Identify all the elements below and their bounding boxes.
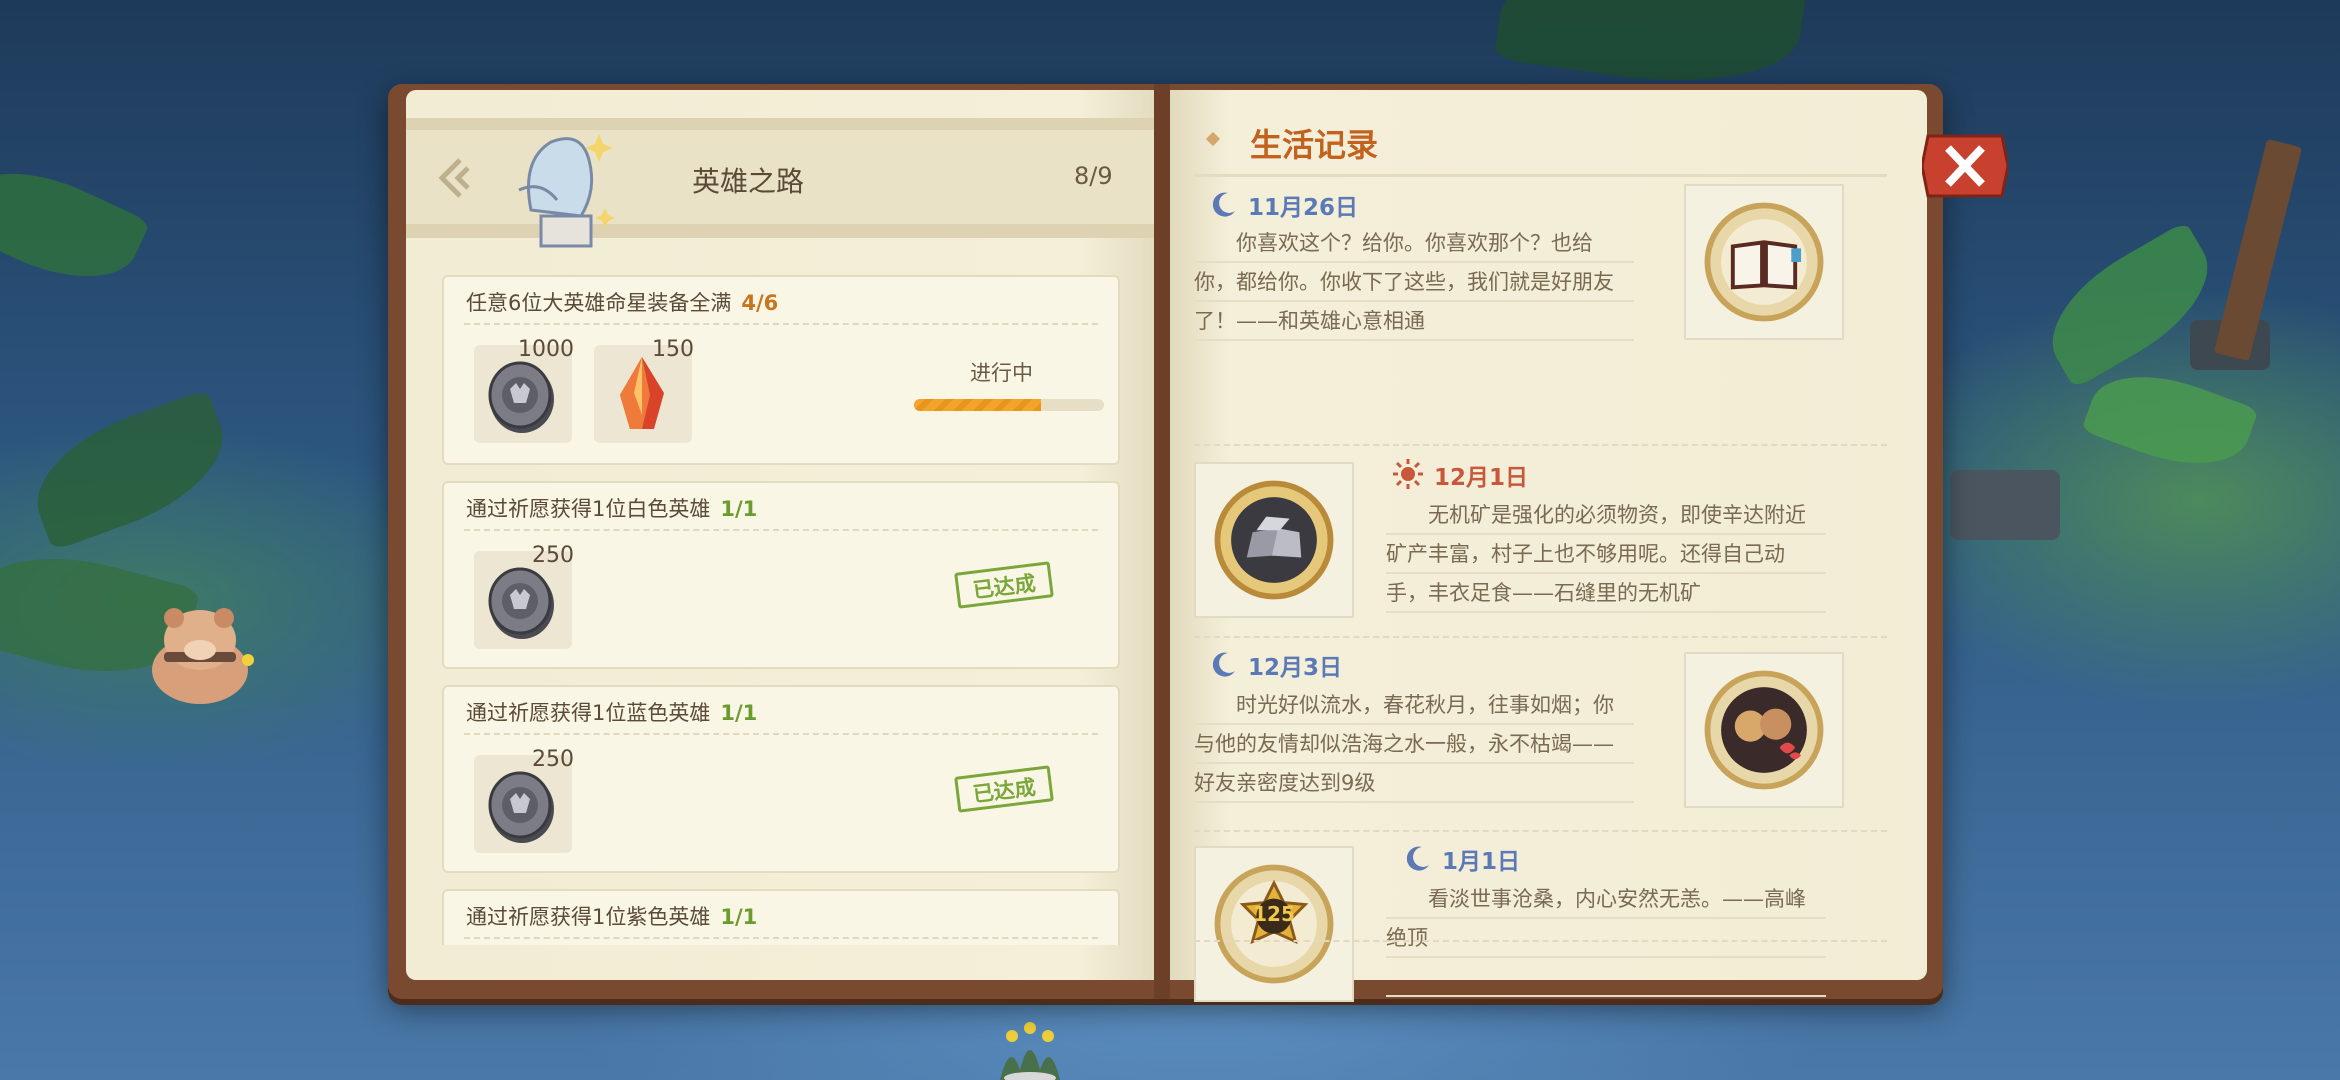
reward-slot[interactable]: 250 (474, 747, 574, 853)
reward-slot[interactable]: 150 (594, 337, 694, 443)
task-progress-bar (914, 399, 1104, 411)
ore-medal-icon (1214, 480, 1334, 600)
record-entry: 125 1月1日 看淡世事沧桑，内心安然无恙。——高峰绝顶 (1194, 836, 1884, 1006)
divider (1194, 444, 1887, 446)
task-status-in-progress: 进行中 (970, 361, 1033, 385)
divider (464, 937, 1098, 939)
foliage (0, 146, 151, 304)
task-progress-fill (914, 399, 1041, 411)
rock (1950, 470, 2060, 540)
record-entry: 12月1日 无机矿是强化的必须物资，即使辛达附近矿产丰富，村子上也不够用呢。还得… (1194, 452, 1884, 642)
entry-text: 无机矿是强化的必须物资，即使辛达附近矿产丰富，村子上也不够用呢。还得自己动手，丰… (1386, 496, 1826, 613)
entry-text: 看淡世事沧桑，内心安然无恙。——高峰绝顶 (1386, 880, 1826, 997)
task-title-text: 通过祈愿获得1位白色英雄 (466, 497, 711, 521)
divider (1194, 636, 1887, 638)
record-medal[interactable]: 125 (1194, 846, 1354, 1002)
record-medal[interactable] (1684, 184, 1844, 340)
record-entry: 12月3日 时光好似流水，春花秋月，往事如烟；你与他的友情却似浩海之水一般，永不… (1194, 642, 1884, 832)
reward-amount: 1000 (518, 337, 574, 362)
completed-stamp: 已达成 (954, 561, 1054, 609)
task-title-text: 通过祈愿获得1位蓝色英雄 (466, 701, 711, 725)
task-title: 通过祈愿获得1位紫色英雄 1/1 (466, 901, 757, 931)
entry-date: 11月26日 (1248, 195, 1359, 221)
record-medal[interactable] (1684, 652, 1844, 808)
hero-journal-book: 英雄之路 8/9 任意6位大英雄命星装备全满 4/6 1000 150 进行中 … (388, 84, 1943, 1002)
divider (464, 733, 1098, 735)
task-item: 通过祈愿获得1位蓝色英雄 1/1 250 已达成 (442, 685, 1120, 873)
task-count: 1/1 (720, 905, 758, 929)
task-item: 通过祈愿获得1位白色英雄 1/1 250 已达成 (442, 481, 1120, 669)
task-item: 通过祈愿获得1位紫色英雄 1/1 (442, 889, 1120, 945)
medal-number: 125 (1253, 902, 1295, 926)
back-arrow-icon[interactable] (434, 156, 478, 200)
friends-medal-icon (1704, 670, 1824, 790)
entry-date: 1月1日 (1442, 849, 1521, 875)
record-entry: 11月26日 你喜欢这个？给你。你喜欢那个？也给你，都给你。你收下了这些，我们就… (1194, 184, 1884, 444)
hero-road-progress: 8/9 (1074, 162, 1113, 190)
moon-icon (1406, 846, 1429, 871)
record-medal[interactable] (1194, 462, 1354, 618)
reward-slot[interactable]: 1000 (474, 337, 574, 443)
entry-text: 时光好似流水，春花秋月，往事如烟；你与他的友情却似浩海之水一般，永不枯竭——好友… (1194, 686, 1634, 803)
completed-stamp: 已达成 (954, 765, 1054, 813)
entry-date: 12月3日 (1248, 655, 1343, 681)
moon-icon (1212, 652, 1235, 677)
task-title: 任意6位大英雄命星装备全满 4/6 (466, 287, 778, 317)
book-spine (1154, 84, 1170, 999)
life-record-page[interactable]: 生活记录 11月26日 你喜欢这个？给你。你喜欢那个？也给你，都给你。你收下了这… (1170, 90, 1927, 1002)
life-record-title: 生活记录 (1250, 126, 1379, 164)
task-count: 4/6 (741, 291, 779, 315)
sun-icon (1393, 459, 1423, 489)
reward-amount: 150 (652, 337, 694, 362)
entry-date: 12月1日 (1434, 465, 1529, 491)
hamster-pet[interactable] (140, 590, 260, 710)
divider (1194, 174, 1887, 177)
flower-plant (1000, 1022, 1060, 1080)
reward-amount: 250 (532, 543, 574, 568)
reward-amount: 250 (532, 747, 574, 772)
divider (1194, 830, 1887, 832)
task-title-text: 通过祈愿获得1位紫色英雄 (466, 905, 711, 929)
foliage (18, 388, 242, 552)
task-title: 通过祈愿获得1位白色英雄 1/1 (466, 493, 757, 523)
task-count: 1/1 (720, 497, 758, 521)
book-medal-icon (1704, 202, 1824, 322)
divider (464, 529, 1098, 531)
reward-slot[interactable]: 250 (474, 543, 574, 649)
hero-road-page: 英雄之路 8/9 任意6位大英雄命星装备全满 4/6 1000 150 进行中 … (406, 90, 1154, 980)
hero-statue-icon (518, 134, 615, 248)
entry-text: 你喜欢这个？给你。你喜欢那个？也给你，都给你。你收下了这些，我们就是好朋友了！—… (1194, 224, 1634, 341)
foliage (2081, 355, 2259, 485)
task-list[interactable]: 任意6位大英雄命星装备全满 4/6 1000 150 进行中 通过祈愿获得1位白… (442, 275, 1122, 945)
moon-icon (1212, 192, 1235, 217)
hero-road-header: 英雄之路 8/9 (406, 118, 1154, 248)
title-diamond-icon (1205, 131, 1221, 147)
divider (464, 323, 1098, 325)
divider (1194, 940, 1887, 942)
task-count: 1/1 (720, 701, 758, 725)
close-button[interactable] (1922, 128, 2008, 204)
hero-road-title: 英雄之路 (692, 165, 805, 198)
task-title-text: 任意6位大英雄命星装备全满 (466, 291, 732, 315)
task-item: 任意6位大英雄命星装备全满 4/6 1000 150 进行中 (442, 275, 1120, 465)
task-title: 通过祈愿获得1位蓝色英雄 1/1 (466, 697, 757, 727)
